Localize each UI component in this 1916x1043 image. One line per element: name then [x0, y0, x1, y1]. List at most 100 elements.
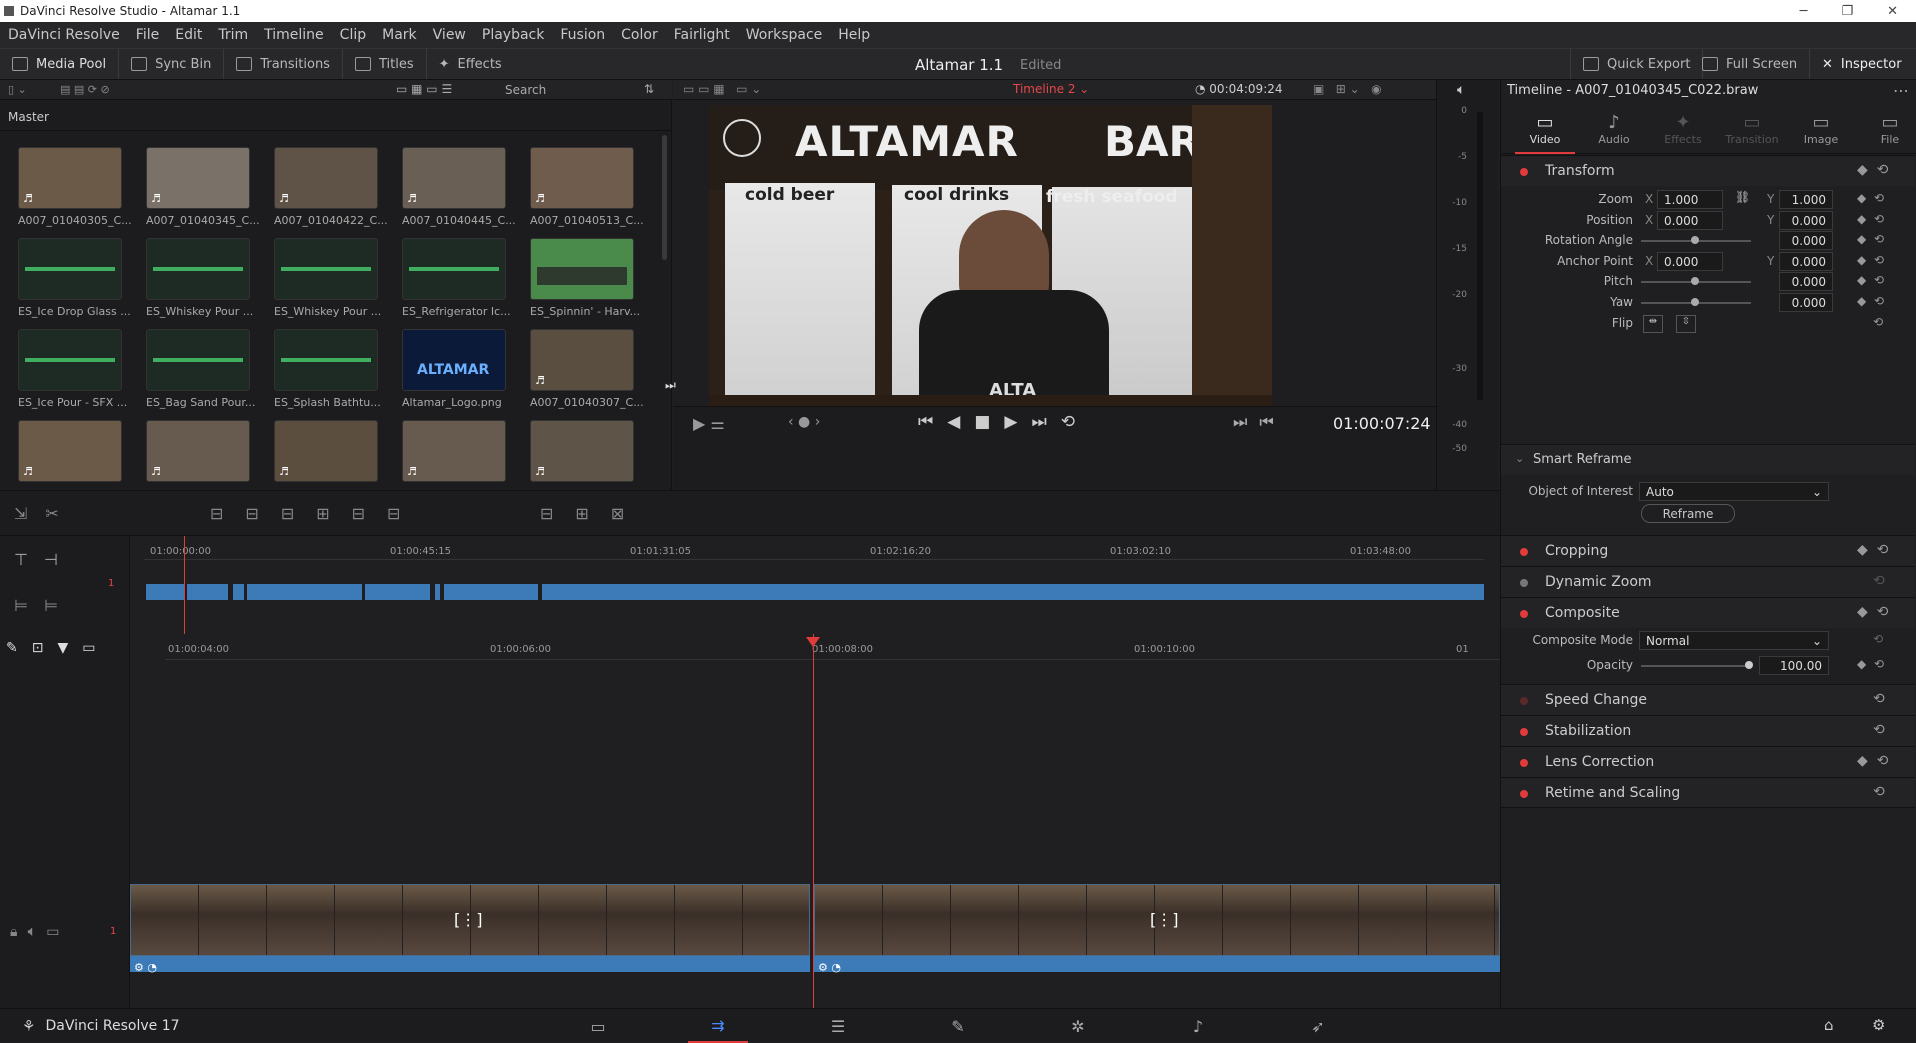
video-frame[interactable]: ALTAMAR BAR cold beer cool drinks fresh …	[709, 105, 1272, 412]
tab-audio[interactable]: ♪ Audio	[1584, 108, 1644, 154]
deliver-page-icon[interactable]: ➶	[1288, 1017, 1348, 1036]
keyframe-reset-icons[interactable]: ◆ ⟲	[1857, 232, 1884, 246]
settings-gear-icon[interactable]: ⚙	[1872, 1016, 1885, 1034]
titles-button[interactable]: Titles	[343, 49, 427, 79]
section-cropping[interactable]: Cropping ◆ ⟲	[1501, 535, 1915, 566]
inspector-menu-icon[interactable]: ⋯	[1893, 81, 1909, 100]
viewer-mode-icons[interactable]: ▭ ▭ ▦ ▭ ⌄	[683, 82, 761, 96]
keyframe-reset-icons[interactable]: ◆ ⟲	[1857, 294, 1884, 308]
inspector-button[interactable]: ✕ Inspector	[1810, 49, 1914, 79]
maximize-icon[interactable]: ❐	[1841, 4, 1853, 19]
keyframe-reset-icons[interactable]: ◆ ⟲	[1857, 657, 1884, 671]
full-screen-button[interactable]: Full Screen	[1690, 49, 1811, 79]
mini-clip[interactable]	[363, 584, 430, 600]
section-speed-change[interactable]: Speed Change ⟲	[1501, 684, 1915, 715]
clip-thumbnail[interactable]	[18, 238, 122, 300]
opacity-slider-handle[interactable]	[1745, 661, 1753, 669]
section-smart-reframe[interactable]: ⌄ Smart Reframe	[1501, 444, 1915, 475]
sort-icon[interactable]: ⇅	[644, 82, 654, 96]
flip-vertical-icon[interactable]: ⇳	[1676, 314, 1696, 333]
section-stabilization[interactable]: Stabilization ⟲	[1501, 715, 1915, 746]
reset-icon[interactable]: ⟲	[1873, 722, 1885, 738]
enable-dot[interactable]	[1520, 610, 1528, 618]
media-page-icon[interactable]: ▭	[568, 1017, 628, 1036]
pitch-slider-handle[interactable]	[1691, 277, 1699, 286]
clip-thumbnail[interactable]	[18, 329, 122, 391]
cut-page-icon[interactable]: ⇉	[688, 1009, 748, 1043]
clip-thumbnail[interactable]: ♬	[146, 420, 250, 482]
mini-clip[interactable]	[185, 584, 228, 600]
clip-thumbnail[interactable]	[146, 329, 250, 391]
enable-dot[interactable]	[1520, 548, 1528, 556]
ooi-dropdown[interactable]: Auto ⌄	[1639, 482, 1829, 501]
close-icon[interactable]: ✕	[1887, 4, 1898, 19]
clip-thumbnail[interactable]: ♬	[146, 147, 250, 209]
mini-playhead[interactable]	[184, 536, 185, 634]
clip-thumbnail[interactable]: ♬	[402, 147, 506, 209]
rotation-slider-handle[interactable]	[1691, 236, 1699, 245]
clip-1-bar[interactable]: ⚙ ◔	[130, 956, 810, 974]
clip-thumbnail[interactable]: ♬	[530, 329, 634, 391]
timeline-option-icons[interactable]: ✎⊡▼▭	[6, 640, 109, 656]
rotation-field[interactable]: 0.000	[1779, 231, 1833, 251]
jog-icons[interactable]: ▶︎ ⚌	[693, 414, 725, 433]
clip-thumbnail[interactable]	[274, 329, 378, 391]
menu-item[interactable]: DaVinci Resolve	[0, 27, 128, 43]
color-page-icon[interactable]: ✲	[1048, 1017, 1108, 1036]
enable-dot[interactable]	[1520, 697, 1528, 705]
anchor-x-field[interactable]: 0.000	[1657, 251, 1723, 271]
in-out-buttons[interactable]: ⏭⏮	[1233, 412, 1286, 432]
clip-thumbnail[interactable]	[402, 238, 506, 300]
menu-item[interactable]: Help	[830, 27, 878, 43]
tab-effects[interactable]: ✦ Effects	[1653, 108, 1713, 154]
bin-tools-icon[interactable]: ▤ ▤ ⟳ ⊘	[60, 83, 110, 96]
menu-item[interactable]: Edit	[167, 27, 210, 43]
mini-clip[interactable]	[540, 584, 1484, 600]
section-dynamic-zoom[interactable]: Dynamic Zoom ⟲	[1501, 566, 1915, 597]
mini-ruler[interactable]: 01:00:00:00 01:00:45:15 01:01:31:05 01:02:1…	[144, 544, 1484, 560]
reset-icon[interactable]: ⟲	[1873, 573, 1885, 589]
enable-dot[interactable]	[1520, 579, 1528, 587]
keyframe-reset-icons[interactable]: ◆ ⟲	[1857, 753, 1888, 769]
reset-icon[interactable]: ⟲	[1873, 784, 1885, 800]
enable-dot[interactable]	[1520, 759, 1528, 767]
zoom-y-field[interactable]: 1.000	[1779, 190, 1833, 209]
fusion-page-icon[interactable]: ✎	[928, 1017, 988, 1036]
clip-2-bar[interactable]: ⚙ ◔	[814, 956, 1500, 974]
mini-clip[interactable]	[245, 584, 362, 600]
opacity-slider[interactable]	[1641, 665, 1751, 667]
menu-item[interactable]: Clip	[332, 27, 374, 43]
playback-controls[interactable]: ⏮◀■▶⏭⟲	[918, 412, 1089, 432]
track-tool-icons[interactable]: ⊤⊣	[14, 550, 74, 569]
fairlight-page-icon[interactable]: ♪	[1168, 1017, 1228, 1036]
menu-item[interactable]: Fairlight	[666, 27, 738, 43]
video-track[interactable]: ⚙ ◔ ⚙ ◔ [⋮] [⋮]	[130, 884, 1500, 974]
quick-export-button[interactable]: Quick Export	[1570, 49, 1704, 79]
timeline-selector[interactable]: Timeline 2 ⌄	[1013, 82, 1089, 96]
menu-item[interactable]: Workspace	[738, 27, 831, 43]
media-pool-button[interactable]: Media Pool	[0, 49, 120, 79]
position-y-field[interactable]: 0.000	[1779, 210, 1833, 230]
edit-page-icon[interactable]: ☰	[808, 1017, 868, 1036]
mini-clip[interactable]	[231, 584, 244, 600]
tab-transition[interactable]: ▭ Transition	[1722, 108, 1782, 154]
home-icon[interactable]: ⌂	[1824, 1016, 1834, 1034]
yaw-slider-handle[interactable]	[1691, 298, 1699, 306]
clip-thumbnail[interactable]: ♬	[530, 147, 634, 209]
enable-dot[interactable]	[1520, 168, 1528, 176]
keyframe-reset-icons[interactable]: ◆ ⟲	[1857, 162, 1888, 178]
edit-tool-icons[interactable]: ⇲✂	[14, 504, 77, 523]
effects-button[interactable]: ✦ Effects	[427, 49, 514, 79]
clip-thumbnail[interactable]: ♬	[402, 420, 506, 482]
clip-thumbnail[interactable]	[274, 238, 378, 300]
minimize-icon[interactable]: ─	[1800, 4, 1808, 19]
tab-image[interactable]: ▭ Image	[1791, 108, 1851, 154]
clip-thumbnail[interactable]: ♬	[18, 420, 122, 482]
keyframe-reset-icons[interactable]: ◆ ⟲	[1857, 273, 1884, 287]
enable-dot[interactable]	[1520, 728, 1528, 736]
clip-thumbnail[interactable]: ♬	[18, 147, 122, 209]
menu-item[interactable]: Playback	[474, 27, 552, 43]
position-x-field[interactable]: 0.000	[1657, 210, 1723, 230]
track-control-icons[interactable]: 🔒︎🔈︎▭	[10, 924, 70, 940]
keyframe-reset-icons[interactable]: ◆ ⟲	[1857, 191, 1884, 205]
